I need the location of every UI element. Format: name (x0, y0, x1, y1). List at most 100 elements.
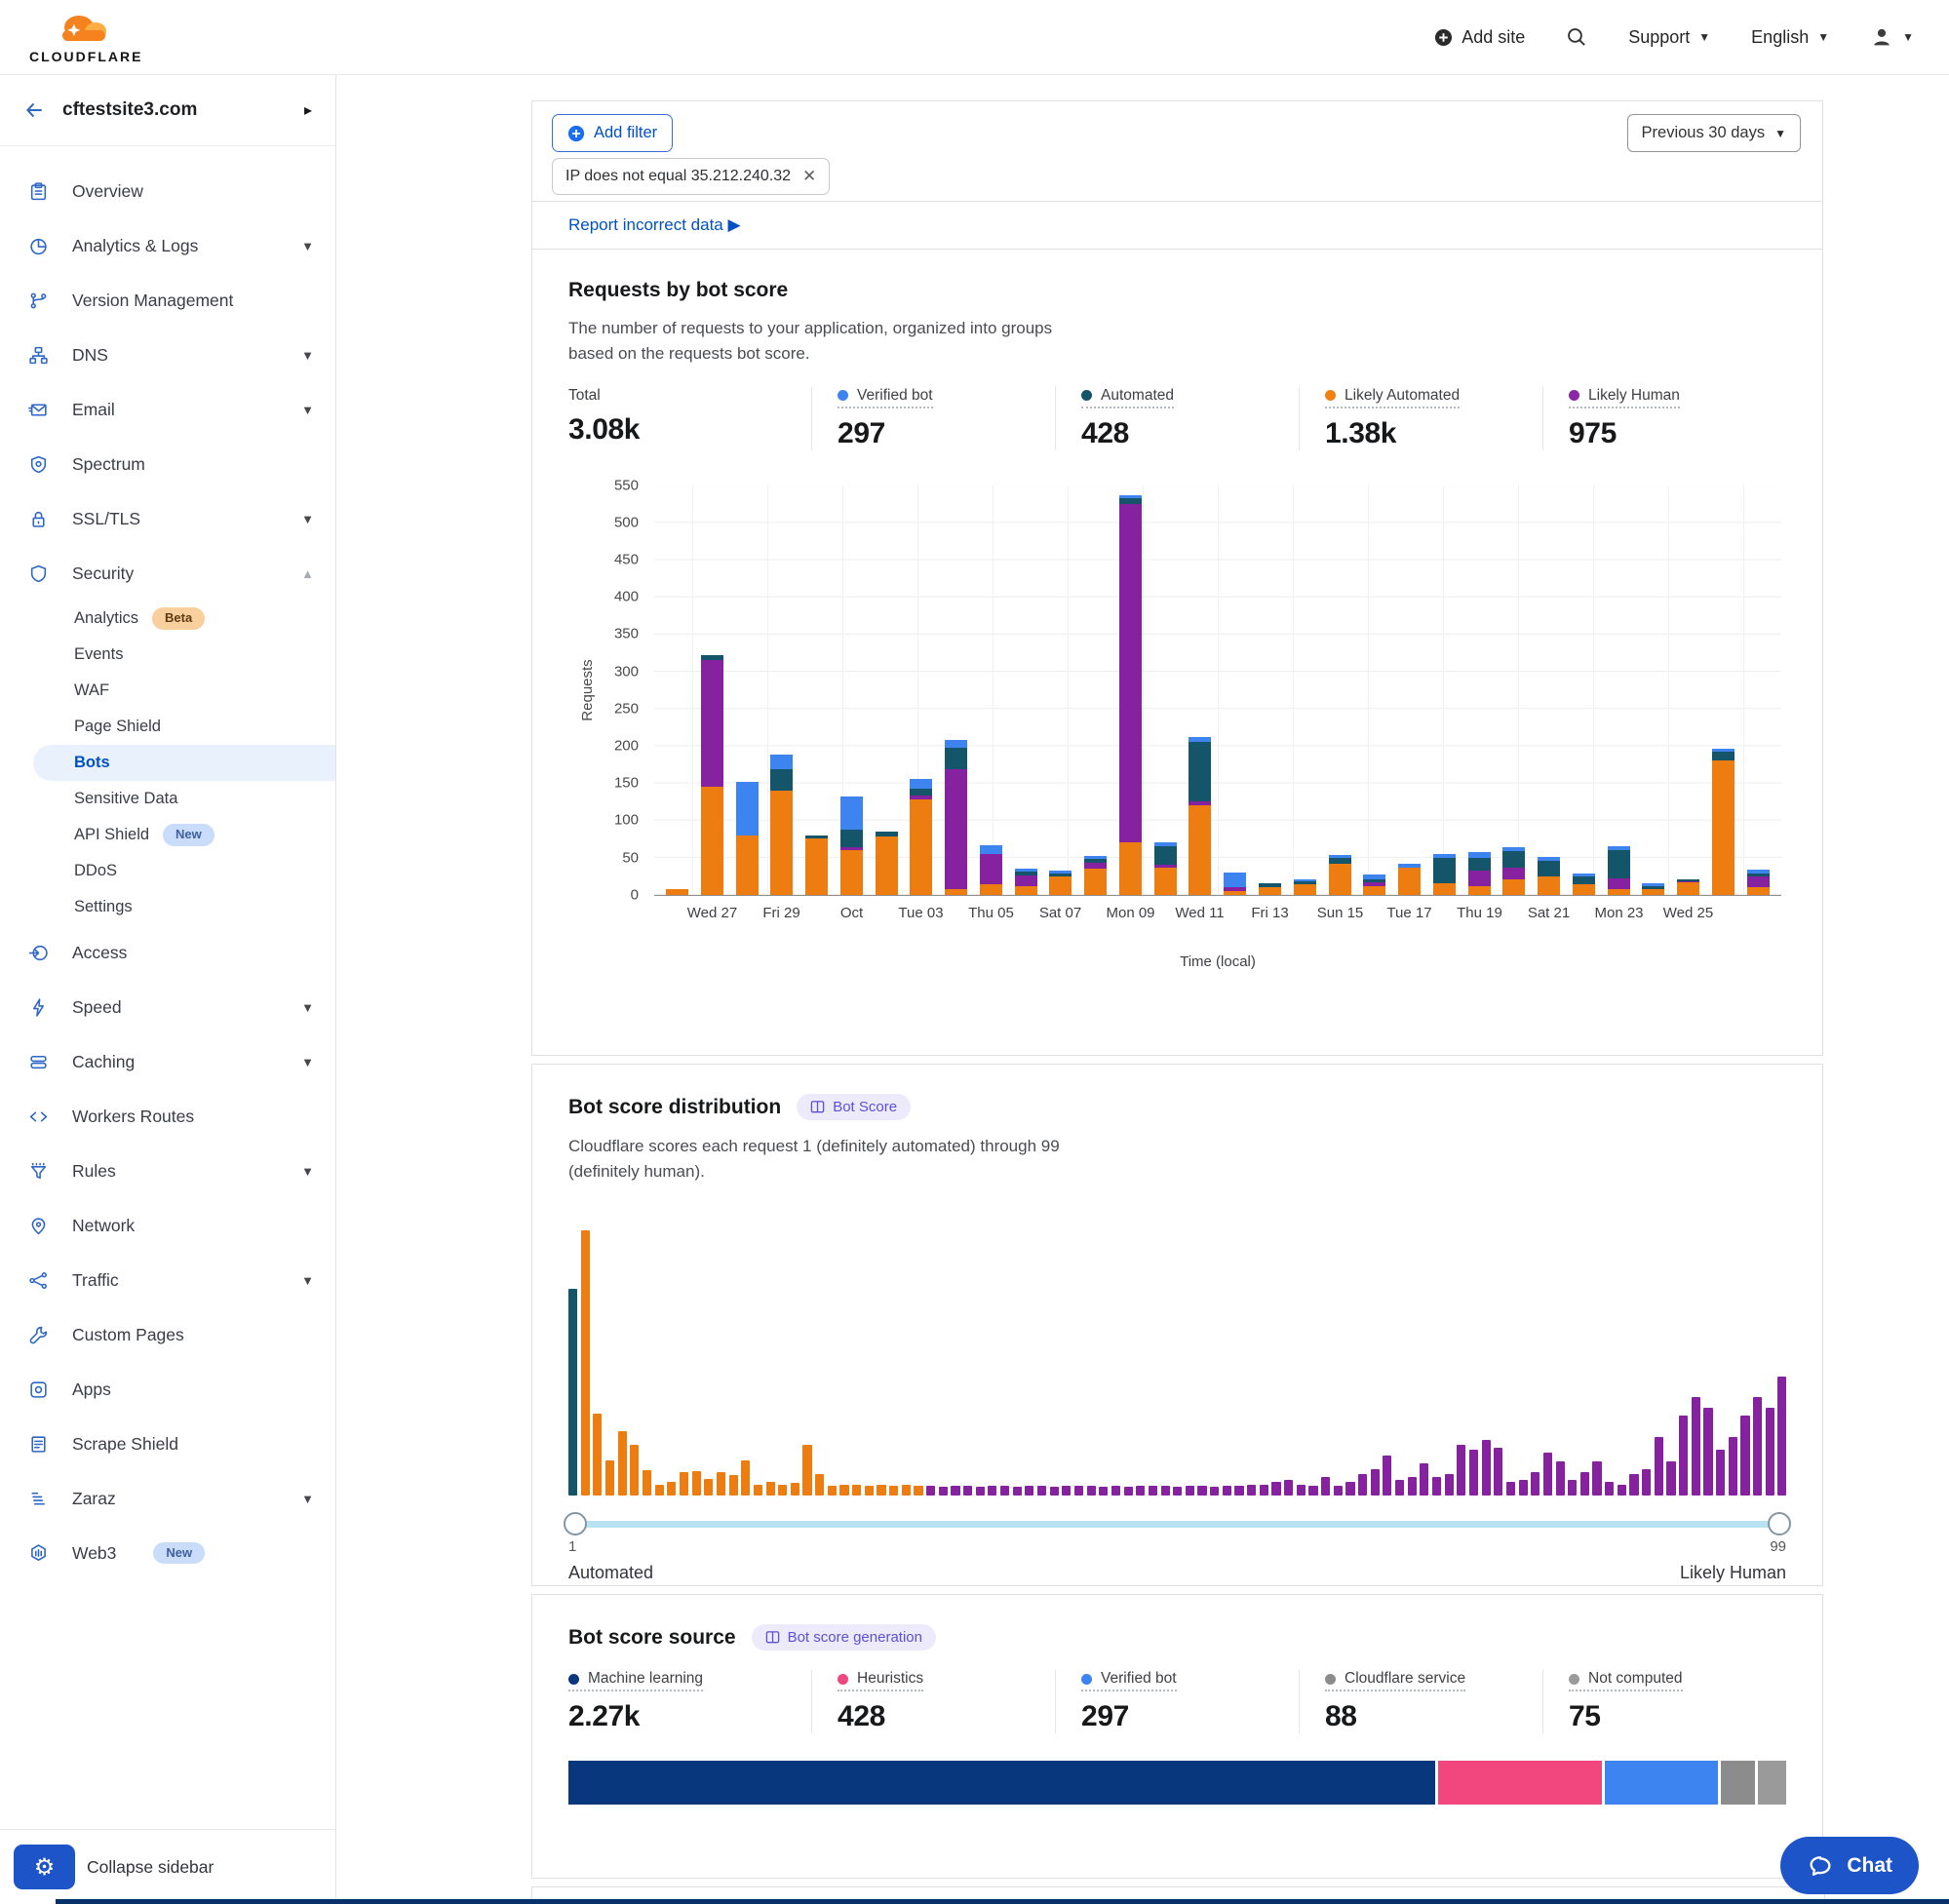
sidebar-item-label: Rules (72, 1161, 116, 1182)
sidebar-item-version-management[interactable]: Version Management (0, 273, 335, 328)
stacked-bar (1259, 883, 1281, 894)
sidebar-item-label: Email (72, 400, 115, 420)
sidebar-item-workers-routes[interactable]: Workers Routes (0, 1089, 335, 1144)
sidebar-item-apps[interactable]: Apps (0, 1362, 335, 1417)
histogram-bar (902, 1485, 911, 1496)
report-incorrect-data-link[interactable]: Report incorrect data ▶ (568, 215, 741, 235)
bottom-edge-strip (56, 1899, 1949, 1904)
sidebar-subitem-bots[interactable]: Bots (33, 745, 335, 781)
sidebar-item-ssl-tls[interactable]: SSL/TLS▼ (0, 491, 335, 546)
sidebar-item-spectrum[interactable]: Spectrum (0, 437, 335, 491)
chevron-down-icon: ▼ (301, 1164, 314, 1179)
sidebar-item-traffic[interactable]: Traffic▼ (0, 1253, 335, 1307)
histogram-bar (1729, 1437, 1737, 1496)
time-range-select[interactable]: Previous 30 days ▼ (1627, 114, 1801, 152)
stacked-bar (910, 779, 932, 894)
y-tick-label: 200 (614, 737, 639, 754)
sidebar-item-caching[interactable]: Caching▼ (0, 1034, 335, 1089)
histogram-bar (1124, 1487, 1133, 1496)
slider-handle-min[interactable] (564, 1512, 587, 1535)
stat-label[interactable]: Not computed (1569, 1670, 1683, 1691)
chat-button[interactable]: Chat (1780, 1837, 1919, 1894)
collapse-sidebar-label[interactable]: Collapse sidebar (87, 1857, 214, 1878)
report-row: Report incorrect data ▶ (531, 201, 1823, 250)
sidebar-item-access[interactable]: Access (0, 925, 335, 980)
sidebar-item-label: Zaraz (72, 1489, 116, 1509)
site-expand-icon[interactable]: ▸ (304, 100, 312, 120)
settings-button[interactable]: ⚙ (14, 1845, 75, 1889)
add-filter-button[interactable]: Add filter (552, 114, 673, 152)
sidebar-item-network[interactable]: Network (0, 1198, 335, 1253)
source-stats-row: Machine learning2.27kHeuristics428Verifi… (568, 1670, 1786, 1733)
sidebar-item-rules[interactable]: Rules ▼ (0, 1144, 335, 1198)
sidebar-item-label: Caching (72, 1052, 135, 1072)
login-arrow-icon (27, 942, 49, 963)
stat-label[interactable]: Verified bot (1081, 1670, 1177, 1691)
sidebar-item-speed[interactable]: Speed▼ (0, 980, 335, 1034)
chevron-down-icon: ▼ (1902, 30, 1914, 44)
sidebar-subitem-events[interactable]: Events (0, 637, 335, 673)
sidebar-item-custom-pages[interactable]: Custom Pages (0, 1307, 335, 1362)
bot-score-badge[interactable]: Bot Score (797, 1094, 911, 1120)
account-menu[interactable]: ▼ (1870, 25, 1914, 49)
lock-icon (27, 508, 49, 529)
chevron-down-icon: ▼ (301, 239, 314, 253)
language-menu[interactable]: English ▼ (1751, 27, 1829, 48)
sidebar-item-email[interactable]: Email ▼ (0, 382, 335, 437)
search-icon[interactable] (1566, 26, 1587, 48)
stat-label[interactable]: Machine learning (568, 1670, 703, 1691)
sidebar-item-scrape-shield[interactable]: Scrape Shield (0, 1417, 335, 1471)
sidebar-subitem-api-shield[interactable]: API ShieldNew (0, 817, 335, 853)
stat-value: 297 (838, 417, 1055, 450)
cloudflare-logo[interactable]: CLOUDFLARE (29, 12, 142, 63)
x-tick-label: Sun 15 (1317, 905, 1364, 921)
back-arrow-icon[interactable] (23, 99, 45, 121)
stacked-bar (666, 889, 688, 895)
sidebar-item-web3[interactable]: Web3New (0, 1526, 335, 1580)
sidebar-subitem-analytics[interactable]: AnalyticsBeta (0, 601, 335, 637)
site-selector[interactable]: cftestsite3.com ▸ (0, 75, 335, 146)
support-menu[interactable]: Support ▼ (1628, 27, 1710, 48)
stat-label[interactable]: Heuristics (838, 1670, 923, 1691)
histogram-bar (1111, 1486, 1120, 1495)
histogram-bar (568, 1289, 577, 1495)
sidebar-subitem-ddos[interactable]: DDoS (0, 853, 335, 889)
remove-filter-icon[interactable]: ✕ (802, 167, 816, 186)
histogram-bar (1062, 1486, 1071, 1495)
stat-label[interactable]: Likely Automated (1325, 387, 1460, 408)
sidebar-subitem-sensitive-data[interactable]: Sensitive Data (0, 781, 335, 817)
bot-score-histogram (568, 1230, 1786, 1496)
stat-label[interactable]: Verified bot (838, 387, 933, 408)
histogram-bar (1234, 1486, 1243, 1495)
sidebar-item-label: Scrape Shield (72, 1434, 178, 1455)
chevron-up-icon: ▲ (301, 566, 314, 581)
histogram-bar (766, 1482, 775, 1495)
chevron-down-icon: ▼ (301, 403, 314, 417)
stat-value: 428 (1081, 417, 1299, 450)
sidebar-item-security[interactable]: Security▲ (0, 546, 335, 601)
stat-label[interactable]: Automated (1081, 387, 1174, 408)
x-tick-label: Sat 21 (1528, 905, 1570, 921)
sidebar-item-analytics-logs[interactable]: Analytics & Logs▼ (0, 218, 335, 273)
stat-label[interactable]: Likely Human (1569, 387, 1680, 408)
stat-label[interactable]: Cloudflare service (1325, 1670, 1465, 1691)
histogram-bar (1543, 1453, 1552, 1496)
filter-chip[interactable]: IP does not equal 35.212.240.32 ✕ (552, 158, 830, 195)
stat-value: 975 (1569, 417, 1786, 450)
slider-handle-max[interactable] (1768, 1512, 1791, 1535)
stat-machine-learning: Machine learning2.27k (568, 1670, 811, 1733)
histogram-bar (828, 1486, 837, 1495)
bot-score-generation-badge[interactable]: Bot score generation (752, 1624, 936, 1651)
sidebar-subitem-settings[interactable]: Settings (0, 889, 335, 925)
sidebar-item-zaraz[interactable]: Zaraz▼ (0, 1471, 335, 1526)
histogram-bar (791, 1483, 799, 1495)
add-site-button[interactable]: Add site (1434, 27, 1525, 48)
legend-dot-icon (1081, 1674, 1092, 1685)
slider-track[interactable] (568, 1521, 1786, 1528)
sidebar-item-dns[interactable]: DNS▼ (0, 328, 335, 382)
histogram-bar (1432, 1477, 1441, 1496)
y-tick-label: 50 (622, 849, 639, 866)
sidebar-subitem-page-shield[interactable]: Page Shield (0, 709, 335, 745)
sidebar-item-overview[interactable]: Overview (0, 164, 335, 218)
sidebar-subitem-waf[interactable]: WAF (0, 673, 335, 709)
